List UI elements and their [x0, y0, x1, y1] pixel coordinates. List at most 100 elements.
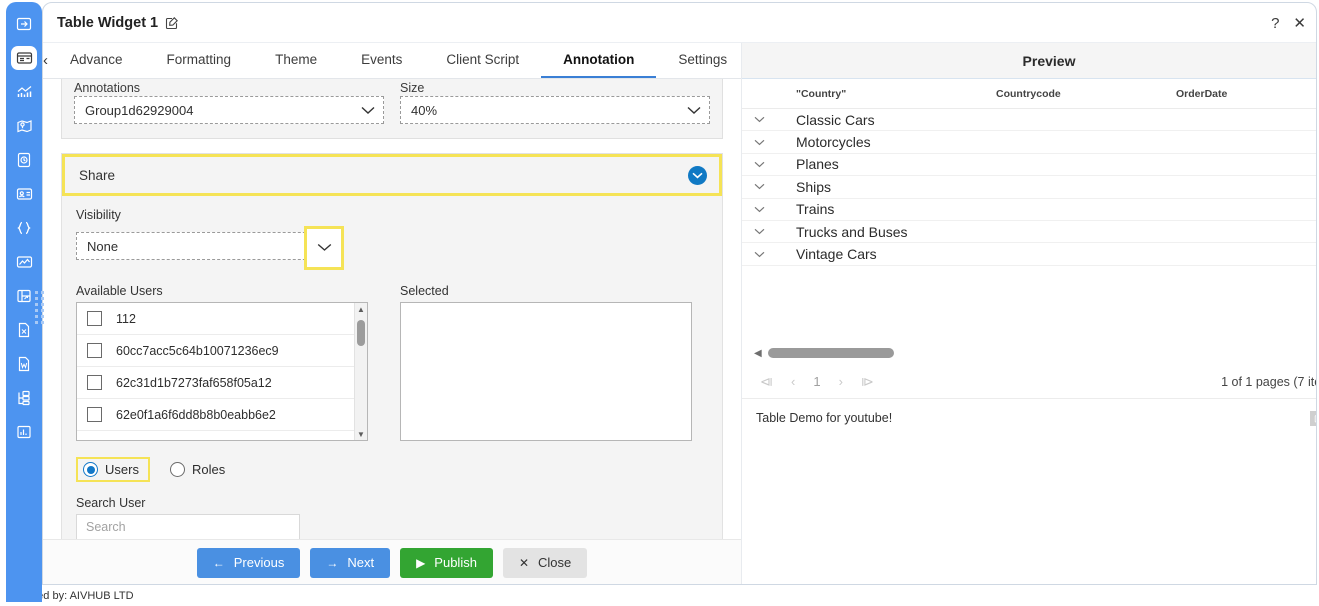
visibility-dropdown-toggle[interactable]	[304, 226, 344, 270]
chevron-down-circle-icon[interactable]	[688, 165, 707, 185]
visibility-select[interactable]: None	[76, 232, 326, 260]
caption-actions	[1310, 410, 1316, 426]
list-item[interactable]: 60cc7acc5c64b10071236ec9	[77, 335, 367, 367]
row-label: Trucks and Buses	[796, 223, 908, 240]
table-row[interactable]: Planes	[742, 154, 1316, 177]
list-item[interactable]: 62e0f1a6f6dd8b8b0eabb6e2	[77, 399, 367, 431]
radio-users[interactable]: Users	[76, 457, 150, 482]
pager-prev-button[interactable]: ‹	[791, 374, 795, 389]
column-header-orderdate[interactable]: OrderDate	[1176, 88, 1316, 100]
table-row[interactable]: Motorcycles	[742, 131, 1316, 154]
close-button[interactable]: ✕ Close	[502, 547, 588, 578]
list-item[interactable]: 112	[77, 303, 367, 335]
help-button[interactable]: ?	[1271, 16, 1279, 31]
share-section-header[interactable]: Share	[62, 154, 722, 196]
list-item[interactable]: 62c31d1b7273faf658f05a12	[77, 367, 367, 399]
available-users-list[interactable]: 112 60cc7acc5c64b10071236ec9 62c31d1b727…	[76, 302, 368, 441]
previous-button[interactable]: ← Previous	[196, 547, 301, 578]
tab-client-script[interactable]: Client Script	[424, 43, 541, 78]
arrow-right-icon: →	[326, 555, 339, 570]
window-titlebar: Table Widget 1 ? ✕	[43, 3, 1316, 43]
map-pin-icon[interactable]	[11, 114, 37, 138]
chevron-down-icon[interactable]	[754, 251, 796, 258]
pager-controls: ⧏ ‹ 1 › ⧐	[760, 374, 874, 390]
scroll-down-icon[interactable]: ▼	[357, 428, 365, 440]
tree-structure-icon[interactable]	[11, 386, 37, 410]
preview-title: Preview	[742, 43, 1316, 79]
user-checkbox[interactable]	[87, 407, 102, 422]
user-name: 62e0f1a6f6dd8b8b0eabb6e2	[116, 407, 276, 422]
annotations-value: Group1d62929004	[85, 102, 194, 118]
selected-users-column: Selected	[400, 284, 692, 441]
chevron-down-icon[interactable]	[754, 206, 796, 213]
table-row[interactable]: Classic Cars	[742, 109, 1316, 132]
word-file-icon[interactable]	[11, 352, 37, 376]
radio-roles-indicator[interactable]	[169, 462, 185, 477]
pager-page-number[interactable]: 1	[813, 374, 820, 389]
tab-annotation[interactable]: Annotation	[541, 43, 657, 78]
config-tabs: ‹ Advance Formatting Theme Events Client…	[43, 43, 754, 79]
chevron-down-icon[interactable]	[754, 161, 796, 168]
bar-chart-icon[interactable]	[11, 80, 37, 104]
annotations-select[interactable]: Group1d62929004	[74, 96, 384, 124]
arrow-left-icon: ←	[212, 555, 225, 570]
table-row[interactable]: Vintage Cars	[742, 243, 1316, 266]
next-button[interactable]: → Next	[310, 547, 391, 578]
tab-formatting[interactable]: Formatting	[145, 43, 254, 78]
pager-last-button[interactable]: ⧐	[861, 374, 874, 390]
size-label: Size	[400, 81, 425, 93]
tab-advance[interactable]: Advance	[48, 43, 145, 78]
radio-roles[interactable]: Roles	[166, 459, 229, 480]
user-name: 62c31d1b7273faf658f05a12	[116, 375, 272, 390]
chevron-down-icon[interactable]	[754, 183, 796, 190]
edit-pencil-icon[interactable]	[1310, 410, 1316, 426]
column-header-countrycode[interactable]: Countrycode	[996, 88, 1176, 100]
image-chart-icon[interactable]	[11, 250, 37, 274]
tab-theme[interactable]: Theme	[253, 43, 339, 78]
close-button-label: Close	[538, 555, 572, 570]
scroll-left-icon[interactable]: ◀	[754, 348, 762, 359]
user-checkbox[interactable]	[87, 343, 102, 358]
scrollbar-thumb[interactable]	[767, 348, 894, 358]
pager-first-button[interactable]: ⧏	[760, 374, 773, 390]
analytics-icon[interactable]	[11, 420, 37, 444]
tabs-list: Advance Formatting Theme Events Client S…	[48, 43, 749, 78]
radio-users-indicator[interactable]	[83, 462, 98, 477]
tab-events[interactable]: Events	[339, 43, 424, 78]
caption-text: Table Demo for youtube!	[756, 411, 893, 425]
id-card-icon[interactable]	[11, 182, 37, 206]
radio-users-label: Users	[105, 462, 139, 477]
scrollbar-track[interactable]	[767, 348, 1316, 358]
close-window-button[interactable]: ✕	[1293, 16, 1306, 31]
chevron-down-icon[interactable]	[754, 228, 796, 235]
preview-horizontal-scrollbar[interactable]: ◀ ▶	[754, 343, 1316, 363]
user-checkbox[interactable]	[87, 311, 102, 326]
code-braces-icon[interactable]	[11, 216, 37, 240]
chevron-down-icon	[361, 106, 375, 115]
export-arrow-icon[interactable]	[11, 12, 37, 36]
publish-button[interactable]: ▶ Publish	[400, 547, 493, 578]
publish-button-label: Publish	[434, 555, 477, 570]
table-widget-icon[interactable]	[11, 46, 37, 70]
document-clock-icon[interactable]	[11, 148, 37, 172]
table-row[interactable]: Ships	[742, 176, 1316, 199]
table-row[interactable]: Trains	[742, 199, 1316, 221]
scroll-up-icon[interactable]: ▲	[357, 303, 365, 316]
selected-users-list[interactable]	[400, 302, 692, 441]
widget-config-window: Table Widget 1 ? ✕ ‹ Advance Formatting …	[42, 2, 1317, 585]
window-controls: ? ✕	[1271, 3, 1306, 43]
user-checkbox[interactable]	[87, 375, 102, 390]
table-row[interactable]: Trucks and Buses	[742, 221, 1316, 244]
pencil-square-icon[interactable]	[165, 16, 179, 30]
column-header-country[interactable]: "Country"	[796, 88, 996, 100]
scrollbar-thumb[interactable]	[357, 320, 365, 346]
search-user-input[interactable]: Search	[76, 514, 300, 540]
rail-drag-grip[interactable]	[34, 284, 44, 330]
preview-pane: Preview "Country" Countrycode OrderDate …	[742, 43, 1316, 584]
available-users-scrollbar[interactable]: ▲ ▼	[354, 303, 367, 440]
chevron-down-icon[interactable]	[754, 116, 796, 123]
size-select[interactable]: 40%	[400, 96, 710, 124]
pager-next-button[interactable]: ›	[839, 374, 843, 389]
chevron-down-icon[interactable]	[754, 139, 796, 146]
tab-settings[interactable]: Settings	[656, 43, 749, 78]
